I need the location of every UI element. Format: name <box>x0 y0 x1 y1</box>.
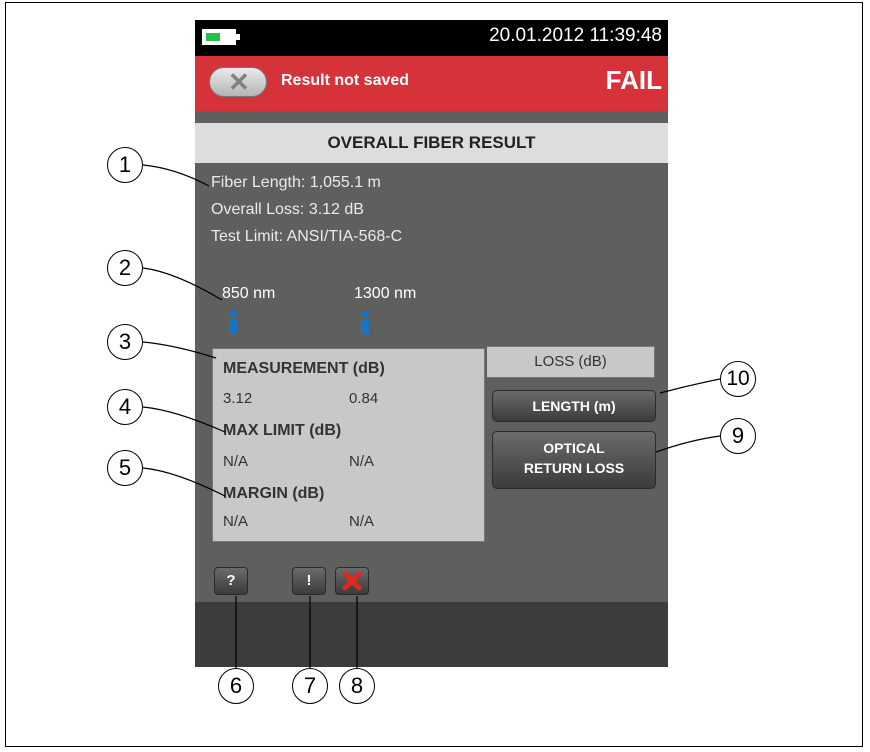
callout-5: 5 <box>107 450 143 486</box>
callout-4: 4 <box>107 389 143 425</box>
callout-1: 1 <box>107 147 143 183</box>
callout-7: 7 <box>292 668 328 704</box>
callout-6: 6 <box>218 668 254 704</box>
callout-8: 8 <box>339 668 375 704</box>
callout-9: 9 <box>720 418 756 454</box>
callout-3: 3 <box>107 324 143 360</box>
callout-10: 10 <box>720 361 756 397</box>
callout-2: 2 <box>107 250 143 286</box>
